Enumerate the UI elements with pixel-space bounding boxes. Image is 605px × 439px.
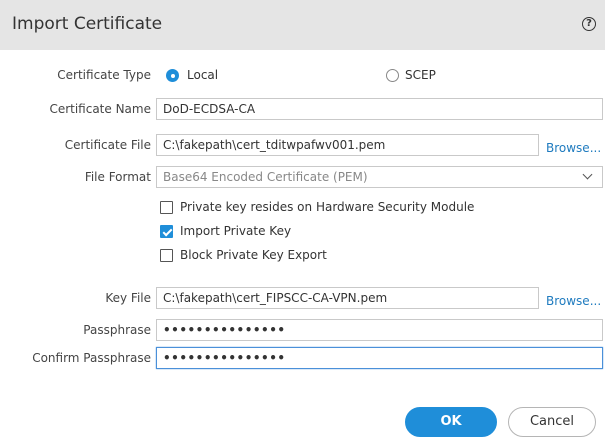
key-file-input[interactable]: C:\fakepath\cert_FIPSCC-CA-VPN.pem (156, 287, 539, 309)
ok-button[interactable]: OK (405, 407, 497, 437)
certificate-file-browse-link[interactable]: Browse... (546, 140, 601, 156)
block-private-key-export-checkbox[interactable] (160, 249, 173, 262)
dialog-title: Import Certificate (12, 14, 163, 34)
radio-local[interactable] (166, 69, 179, 82)
certificate-file-label: Certificate File (64, 138, 151, 152)
key-file-label: Key File (105, 291, 151, 305)
radio-local-label: Local (187, 68, 219, 82)
certificate-name-label: Certificate Name (49, 102, 151, 116)
certificate-name-input[interactable]: DoD-ECDSA-CA (156, 98, 603, 120)
confirm-passphrase-input[interactable]: ••••••••••••••• (156, 347, 603, 369)
block-private-key-export-label: Block Private Key Export (180, 248, 327, 262)
dialog-header: Import Certificate ? (0, 0, 605, 50)
hsm-checkbox-label: Private key resides on Hardware Security… (180, 200, 475, 214)
confirm-passphrase-label: Confirm Passphrase (32, 351, 151, 365)
radio-scep-label: SCEP (405, 68, 436, 82)
key-file-browse-link[interactable]: Browse... (546, 293, 601, 309)
file-format-select[interactable]: Base64 Encoded Certificate (PEM) (156, 166, 603, 188)
hsm-checkbox[interactable] (160, 201, 173, 214)
import-private-key-label: Import Private Key (180, 224, 292, 238)
import-private-key-checkbox[interactable] (160, 225, 173, 238)
certificate-file-input[interactable]: C:\fakepath\cert_tditwpafwv001.pem (156, 134, 539, 156)
passphrase-input[interactable]: ••••••••••••••• (156, 319, 603, 341)
help-icon[interactable]: ? (582, 17, 596, 31)
file-format-label: File Format (84, 170, 151, 184)
radio-scep[interactable] (386, 69, 399, 82)
certificate-type-label: Certificate Type (57, 68, 151, 82)
passphrase-label: Passphrase (83, 323, 151, 337)
cancel-button[interactable]: Cancel (508, 407, 596, 437)
